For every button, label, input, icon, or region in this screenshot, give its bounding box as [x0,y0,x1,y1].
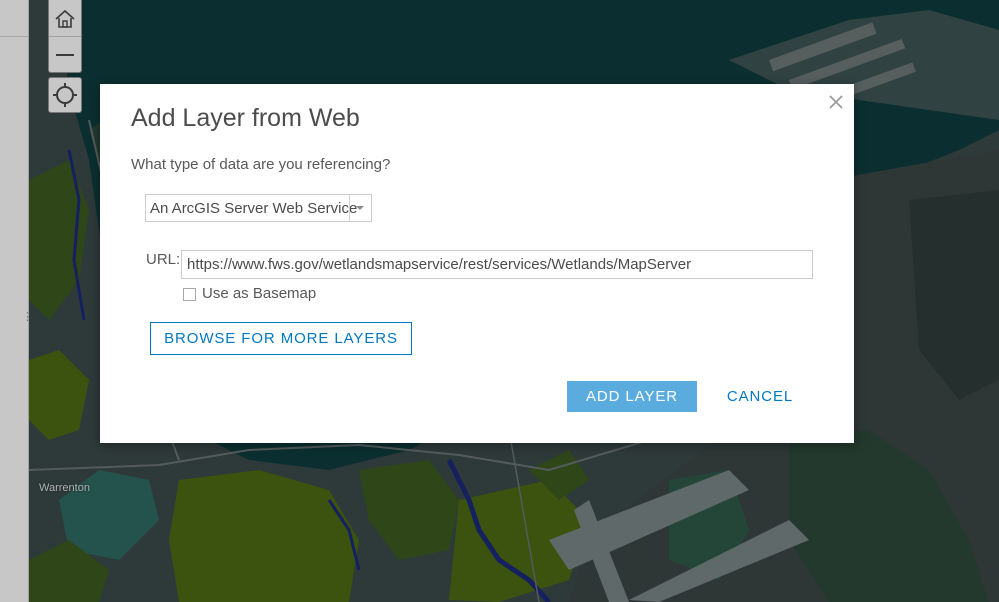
browse-layers-button[interactable]: BROWSE FOR MORE LAYERS [150,322,412,355]
data-type-question: What type of data are you referencing? [131,156,391,173]
url-input[interactable] [181,250,813,279]
close-icon[interactable] [828,94,844,110]
data-type-select[interactable]: An ArcGIS Server Web Service [145,194,372,222]
basemap-checkbox-label[interactable]: Use as Basemap [202,285,316,302]
select-divider [349,195,350,221]
dialog-title: Add Layer from Web [131,104,360,132]
basemap-checkbox[interactable] [183,288,196,301]
add-layer-dialog: Add Layer from Web What type of data are… [100,84,854,443]
cancel-button[interactable]: CANCEL [720,381,800,412]
url-label: URL: [146,251,181,268]
chevron-down-icon [356,206,364,210]
add-layer-button[interactable]: ADD LAYER [567,381,697,412]
data-type-selected-value: An ArcGIS Server Web Service [150,200,358,217]
